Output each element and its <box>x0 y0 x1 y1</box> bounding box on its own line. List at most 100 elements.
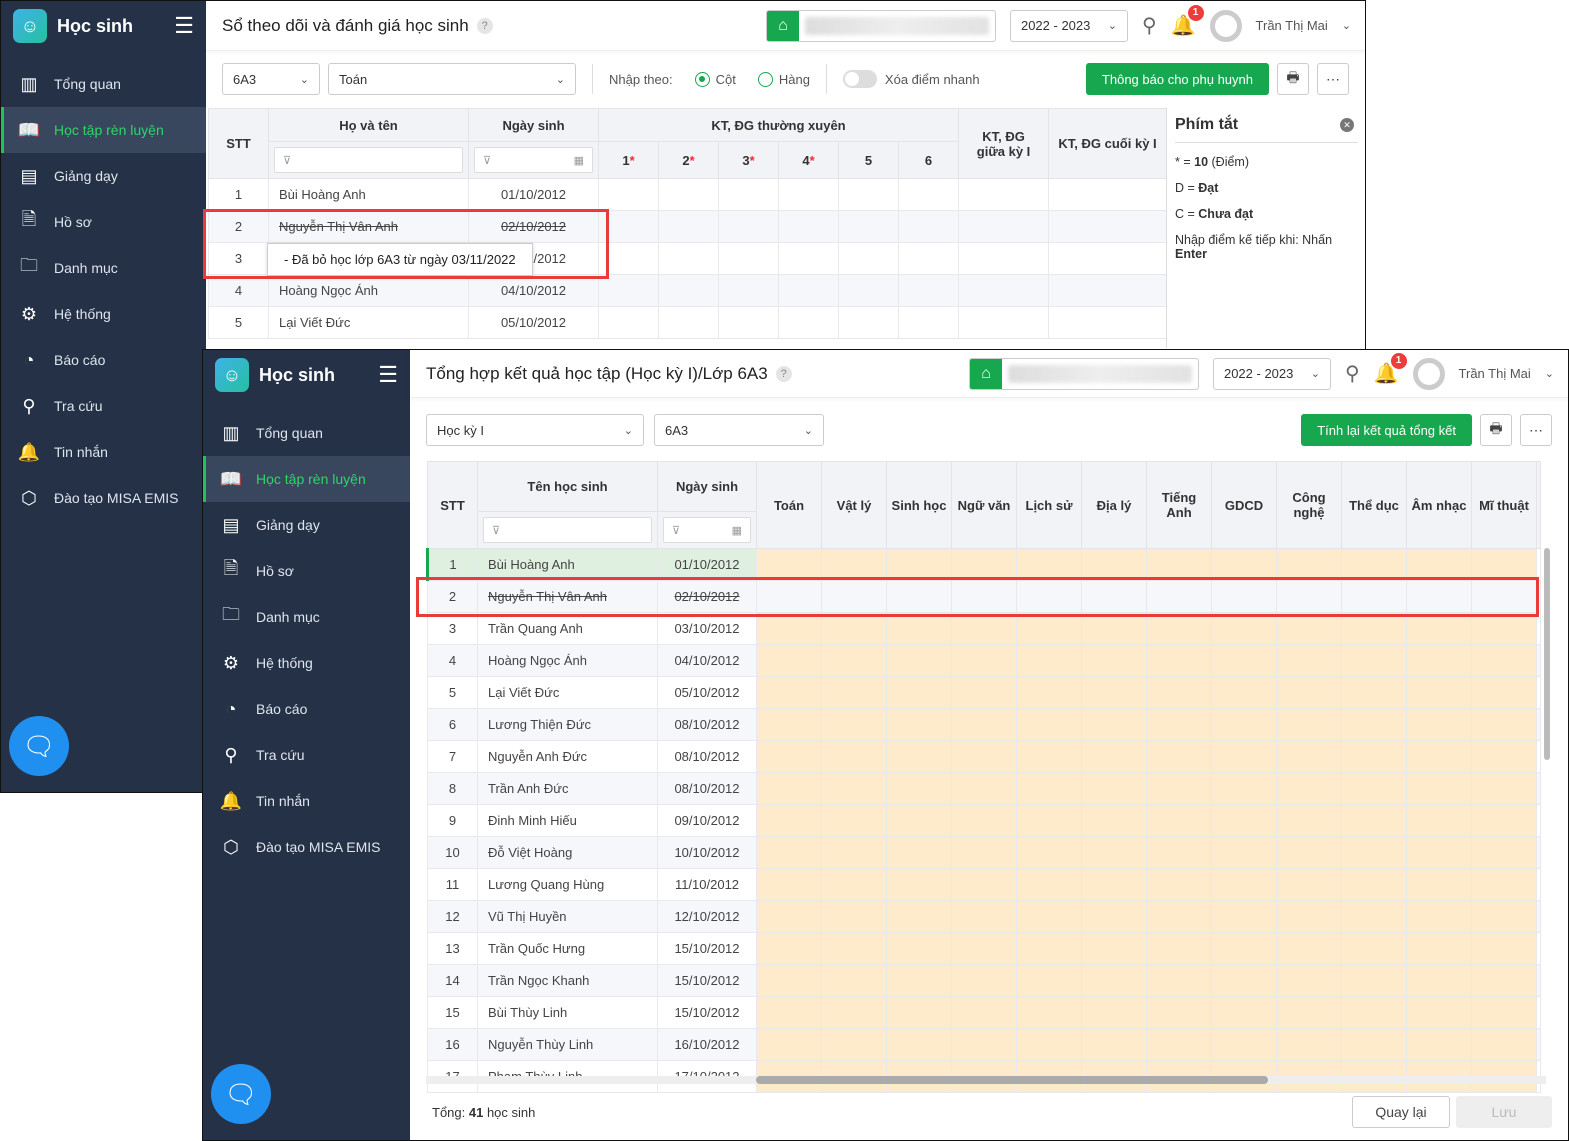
sidebar-item-6[interactable]: ◔ Báo cáo <box>1 337 206 383</box>
save-button[interactable]: Lưu <box>1456 1096 1552 1128</box>
score-cell[interactable] <box>718 178 779 211</box>
user-name[interactable]: Trần Thị Mai <box>1256 18 1328 33</box>
chat-button[interactable]: 🗨 <box>211 1064 271 1124</box>
class-select[interactable]: 6A3 ⌄ <box>222 63 320 95</box>
table-row[interactable]: 14 Trần Ngọc Khanh 15/10/2012 <box>427 964 1541 997</box>
chevron-down-icon[interactable]: ⌄ <box>1342 19 1351 32</box>
table-row[interactable]: 7 Nguyễn Anh Đức 08/10/2012 <box>427 740 1541 773</box>
score-cell[interactable] <box>1048 274 1168 307</box>
sidebar-item-1[interactable]: 📖 Học tập rèn luyện <box>1 107 206 153</box>
score-cell[interactable] <box>658 178 719 211</box>
sidebar-item-9[interactable]: ⬡ Đào tạo MISA EMIS <box>1 475 206 521</box>
more-button[interactable]: ⋯ <box>1317 63 1349 95</box>
score-cell[interactable] <box>718 306 779 339</box>
table-row[interactable]: 4 Hoàng Ngọc Ánh 04/10/2012 <box>427 644 1541 677</box>
table-row[interactable]: 11 Lương Quang Hùng 11/10/2012 <box>427 868 1541 901</box>
table-row[interactable]: 6 Lương Thiện Đức 08/10/2012 <box>427 708 1541 741</box>
score-cell[interactable] <box>778 274 839 307</box>
score-cell[interactable] <box>897 242 960 275</box>
recalculate-button[interactable]: Tính lại kết quả tổng kết <box>1301 414 1472 446</box>
table-row[interactable]: 12 Vũ Thị Huyền 12/10/2012 <box>427 900 1541 933</box>
radio-column[interactable]: Cột <box>694 71 736 87</box>
back-button[interactable]: Quay lại <box>1352 1096 1450 1128</box>
score-cell[interactable] <box>897 210 960 243</box>
score-cell[interactable] <box>1048 178 1168 211</box>
score-cell[interactable] <box>838 210 899 243</box>
sidebar-item-7[interactable]: ⚲ Tra cứu <box>1 383 206 429</box>
score-cell[interactable] <box>958 178 1050 211</box>
quick-delete-toggle[interactable] <box>842 70 877 88</box>
score-cell[interactable] <box>658 274 719 307</box>
help-icon[interactable]: ? <box>476 17 493 34</box>
class-select[interactable]: 6A3 ⌄ <box>654 414 824 446</box>
search-stats-icon[interactable]: ⚲ <box>1345 361 1360 386</box>
score-cell[interactable] <box>897 306 960 339</box>
print-button[interactable]: 🖶 <box>1277 63 1309 95</box>
score-cell[interactable] <box>1048 306 1168 339</box>
more-button[interactable]: ⋯ <box>1520 414 1552 446</box>
sidebar-item-2[interactable]: ▤ Giảng dạy <box>203 502 410 548</box>
avatar[interactable] <box>1209 9 1242 42</box>
score-cell[interactable] <box>838 306 899 339</box>
score-cell[interactable] <box>958 274 1050 307</box>
score-cell[interactable] <box>718 210 779 243</box>
sidebar-item-2[interactable]: ▤ Giảng dạy <box>1 153 206 199</box>
score-cell[interactable] <box>598 178 659 211</box>
score-cell[interactable] <box>958 306 1050 339</box>
bell-icon[interactable]: 🔔 1 <box>1171 5 1204 38</box>
score-cell[interactable] <box>838 242 899 275</box>
score-cell[interactable] <box>658 306 719 339</box>
score-cell[interactable] <box>598 306 659 339</box>
table-row[interactable]: 3 Trần Quang Anh 03/10/2012 <box>427 612 1541 645</box>
close-icon[interactable]: ✕ <box>1340 118 1354 132</box>
dob-filter[interactable]: ⊽ ▦ <box>468 141 599 179</box>
sidebar-item-0[interactable]: ▥ Tổng quan <box>203 410 410 456</box>
sidebar-item-5[interactable]: ⚙ Hệ thống <box>1 291 206 337</box>
table-row[interactable]: 5 Lại Viết Đức 05/10/2012 <box>208 306 1168 339</box>
radio-row[interactable]: Hàng <box>757 71 810 87</box>
score-cell[interactable] <box>838 274 899 307</box>
sidebar-item-8[interactable]: 🔔 Tin nhắn <box>203 778 410 824</box>
menu-icon[interactable]: ☰ <box>378 362 398 388</box>
sidebar-item-4[interactable]: 🗀 Danh mục <box>1 245 206 291</box>
subject-select[interactable]: Toán ⌄ <box>328 63 576 95</box>
sidebar-item-0[interactable]: ▥ Tổng quan <box>1 61 206 107</box>
sidebar-item-5[interactable]: ⚙ Hệ thống <box>203 640 410 686</box>
score-cell[interactable] <box>778 210 839 243</box>
table-row[interactable]: 5 Lại Viết Đức 05/10/2012 <box>427 676 1541 709</box>
avatar[interactable] <box>1412 357 1445 390</box>
sidebar-item-4[interactable]: 🗀 Danh mục <box>203 594 410 640</box>
table-row[interactable]: 1 Bùi Hoàng Anh 01/10/2012 <box>426 548 1541 581</box>
table-row[interactable]: 8 Trần Anh Đức 08/10/2012 <box>427 772 1541 805</box>
sidebar-item-6[interactable]: ◔ Báo cáo <box>203 686 410 732</box>
table-row[interactable]: 1 Bùi Hoàng Anh 01/10/2012 <box>208 178 1168 211</box>
menu-icon[interactable]: ☰ <box>174 13 194 39</box>
name-filter[interactable]: ⊽ <box>268 141 469 179</box>
score-cell[interactable] <box>658 242 719 275</box>
chevron-down-icon[interactable]: ⌄ <box>1545 367 1554 380</box>
horizontal-scrollbar[interactable] <box>426 1076 1546 1084</box>
calendar-icon[interactable]: ▦ <box>574 154 584 167</box>
score-cell[interactable] <box>658 210 719 243</box>
sidebar-item-1[interactable]: 📖 Học tập rèn luyện <box>203 456 410 502</box>
year-select[interactable]: 2022 - 2023 ⌄ <box>1009 9 1128 42</box>
user-name[interactable]: Trần Thị Mai <box>1459 366 1531 381</box>
year-select[interactable]: 2022 - 2023 ⌄ <box>1212 357 1331 390</box>
filter-icon[interactable]: ⊽ <box>274 147 463 173</box>
score-cell[interactable] <box>718 274 779 307</box>
term-select[interactable]: Học kỳ I ⌄ <box>426 414 644 446</box>
dob-filter[interactable]: ⊽ ▦ <box>657 511 757 549</box>
score-cell[interactable] <box>598 274 659 307</box>
sidebar-item-7[interactable]: ⚲ Tra cứu <box>203 732 410 778</box>
score-cell[interactable] <box>1048 242 1168 275</box>
school-selector[interactable]: ⌂ <box>765 9 996 42</box>
sidebar-item-3[interactable]: 🗎 Hồ sơ <box>203 548 410 594</box>
help-icon[interactable]: ? <box>775 365 792 382</box>
bell-icon[interactable]: 🔔 1 <box>1374 353 1407 386</box>
score-cell[interactable] <box>897 274 960 307</box>
scrollbar-thumb[interactable] <box>756 1076 1268 1084</box>
name-filter[interactable]: ⊽ <box>477 511 658 549</box>
sidebar-item-3[interactable]: 🗎 Hồ sơ <box>1 199 206 245</box>
score-cell[interactable] <box>838 178 899 211</box>
search-stats-icon[interactable]: ⚲ <box>1142 13 1157 38</box>
